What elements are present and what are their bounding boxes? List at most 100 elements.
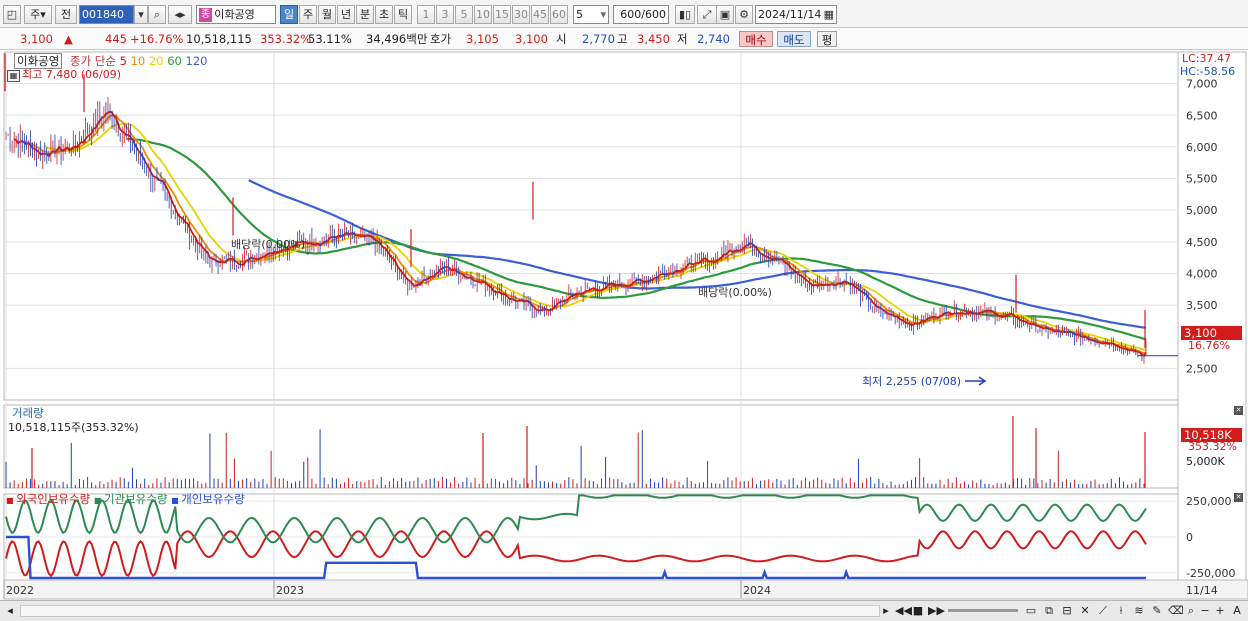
pane-frame [3, 404, 1179, 489]
volume-tag-pct: 353.32% [1188, 440, 1237, 453]
stock-type-badge: 종 [199, 7, 213, 22]
line-tool-icon[interactable]: ⟋ [1096, 603, 1110, 619]
ask-price-2: 3,100 [515, 32, 548, 46]
x-axis-label: 2024 [743, 584, 771, 597]
stop-icon[interactable]: ■ [912, 603, 924, 619]
x-axis-frame [3, 579, 1248, 600]
volume-y-tick: 5,000K [1186, 455, 1225, 468]
chart-area: 7,000 6,500 6,000 5,500 5,000 4,500 4,000 3,500… [3, 51, 1248, 600]
period-buttons: 일주월년분초틱 [280, 5, 415, 24]
holdings-legend-2: 개인보유수량 [181, 492, 245, 506]
open-price: 2,770 [582, 32, 615, 46]
fib-tool-icon[interactable]: ≋ [1132, 603, 1146, 619]
open-label: 시 [556, 32, 567, 46]
holdings-y-tick: 0 [1186, 531, 1193, 544]
split-icon[interactable]: ⧉ [1042, 603, 1056, 619]
legend-swatch-icon: ■ [6, 496, 17, 505]
calendar-icon[interactable]: ▦ [824, 6, 834, 23]
turnover-pct: 53.11% [308, 32, 352, 46]
period-type-select[interactable]: 주▾ [24, 5, 52, 24]
chart-settings-icon[interactable]: ▦ [7, 67, 20, 82]
period-button-6[interactable]: 틱 [394, 5, 412, 24]
interval-button-15[interactable]: 15 [493, 5, 511, 24]
gear-icon[interactable]: ⚙ [735, 5, 753, 24]
price-y-tick: 2,500 [1186, 362, 1218, 375]
rewind-icon[interactable]: ◀◀ [895, 603, 912, 619]
period-button-1[interactable]: 주 [299, 5, 317, 24]
count-input[interactable]: 600/600 [613, 5, 669, 24]
average-button[interactable]: 평 [817, 31, 837, 47]
pct-tag: 16.76% [1188, 339, 1230, 352]
count-value: 600 [620, 8, 642, 21]
price-y-tick: 6,000 [1186, 141, 1218, 154]
sell-button[interactable]: 매도 [777, 31, 811, 47]
period-button-3[interactable]: 년 [337, 5, 355, 24]
save-icon[interactable]: ▣ [716, 5, 734, 24]
period-button-4[interactable]: 분 [356, 5, 374, 24]
pane-close-icon[interactable]: ✕ [1234, 406, 1243, 415]
horizontal-scrollbar[interactable] [20, 605, 880, 617]
prev-next-icon[interactable]: ◂▸ [168, 5, 192, 24]
lc-label: LC:37.47 [1182, 52, 1232, 65]
holdings-y-tick: -250,000 [1186, 567, 1235, 580]
market-select[interactable]: 전 [55, 5, 77, 24]
holdings-pane-header: ■ 외국인보유수량 ■ 기관보유수량 ■ 개인보유수량 [6, 491, 245, 507]
period-type-label: 주 [30, 8, 41, 21]
stock-name-field[interactable]: 종 이화공영 [196, 5, 276, 24]
zoom-in-icon[interactable]: + [1214, 603, 1226, 619]
stock-name: 이화공영 [214, 8, 255, 21]
buy-button[interactable]: 매수 [739, 31, 773, 47]
price-change: 445 [105, 32, 127, 46]
interval-input[interactable]: 5 ▾ [573, 5, 609, 24]
high-label: 고 [617, 32, 628, 46]
candle-type-icon[interactable]: ▮▯ [675, 5, 695, 24]
cross-icon[interactable]: ✕ [1078, 603, 1092, 619]
zoom-icon[interactable]: ⌕ [1184, 603, 1198, 619]
interval-button-60[interactable]: 60 [550, 5, 568, 24]
dividend-marker-2: 배당락(0.00%) [698, 286, 772, 299]
ma-period-20: 20 [148, 54, 168, 68]
price-y-tick: 5,500 [1186, 173, 1218, 186]
interval-button-3[interactable]: 3 [436, 5, 454, 24]
code-dropdown-icon[interactable]: ▾ [134, 5, 148, 24]
volume-subtitle: 10,518,115주(353.32%) [8, 421, 139, 434]
trend-tool-icon[interactable]: ⟊ [1114, 603, 1128, 619]
eraser-icon[interactable]: ⌫ [1168, 603, 1184, 619]
low-marker: 최저 2,255 (07/08) [862, 375, 962, 388]
pane-close-icon[interactable]: ✕ [1234, 493, 1243, 502]
chevron-down-icon: ▾ [40, 8, 46, 21]
draw-tool-icon[interactable]: ⤢ [697, 5, 717, 24]
fast-forward-icon[interactable]: ▶▶ [928, 603, 945, 619]
period-button-5[interactable]: 초 [375, 5, 393, 24]
font-size-icon[interactable]: A [1230, 603, 1244, 619]
window-icon[interactable]: ▭ [1024, 603, 1038, 619]
price-y-tick: 3,500 [1186, 299, 1218, 312]
text-tool-icon[interactable]: ✎ [1150, 603, 1164, 619]
hc-label: HC:-58.56 [1180, 65, 1236, 78]
period-button-2[interactable]: 월 [318, 5, 336, 24]
interval-button-5[interactable]: 5 [455, 5, 473, 24]
chart-panes [3, 51, 1248, 600]
window-menu-icon[interactable]: ◰ [3, 5, 21, 24]
period-button-0[interactable]: 일 [280, 5, 298, 24]
zoom-slider[interactable] [948, 609, 1018, 612]
date-value: 2024/11/14 [758, 8, 822, 21]
scroll-left-icon[interactable]: ◂ [3, 603, 17, 619]
legend-swatch-icon: ■ [93, 496, 104, 505]
interval-button-30[interactable]: 30 [512, 5, 530, 24]
date-input[interactable]: 2024/11/14 ▦ [755, 5, 837, 24]
ma-period-60: 60 [167, 54, 186, 68]
high-marker: 최고 7,480 (06/09) [22, 68, 122, 81]
interval-button-45[interactable]: 45 [531, 5, 549, 24]
x-axis-label: 2023 [276, 584, 304, 597]
zoom-out-icon[interactable]: − [1199, 603, 1211, 619]
search-icon[interactable]: ⌕ [148, 5, 166, 24]
price-tag: 3,100 [1181, 326, 1242, 340]
layout-icon[interactable]: ⊟ [1060, 603, 1074, 619]
ask-label: 호가 [430, 32, 452, 46]
interval-button-1[interactable]: 1 [417, 5, 435, 24]
scroll-right-icon[interactable]: ▸ [880, 603, 892, 619]
count-total: /600 [641, 8, 666, 21]
interval-button-10[interactable]: 10 [474, 5, 492, 24]
stock-code-input[interactable]: 001840 [79, 5, 134, 24]
